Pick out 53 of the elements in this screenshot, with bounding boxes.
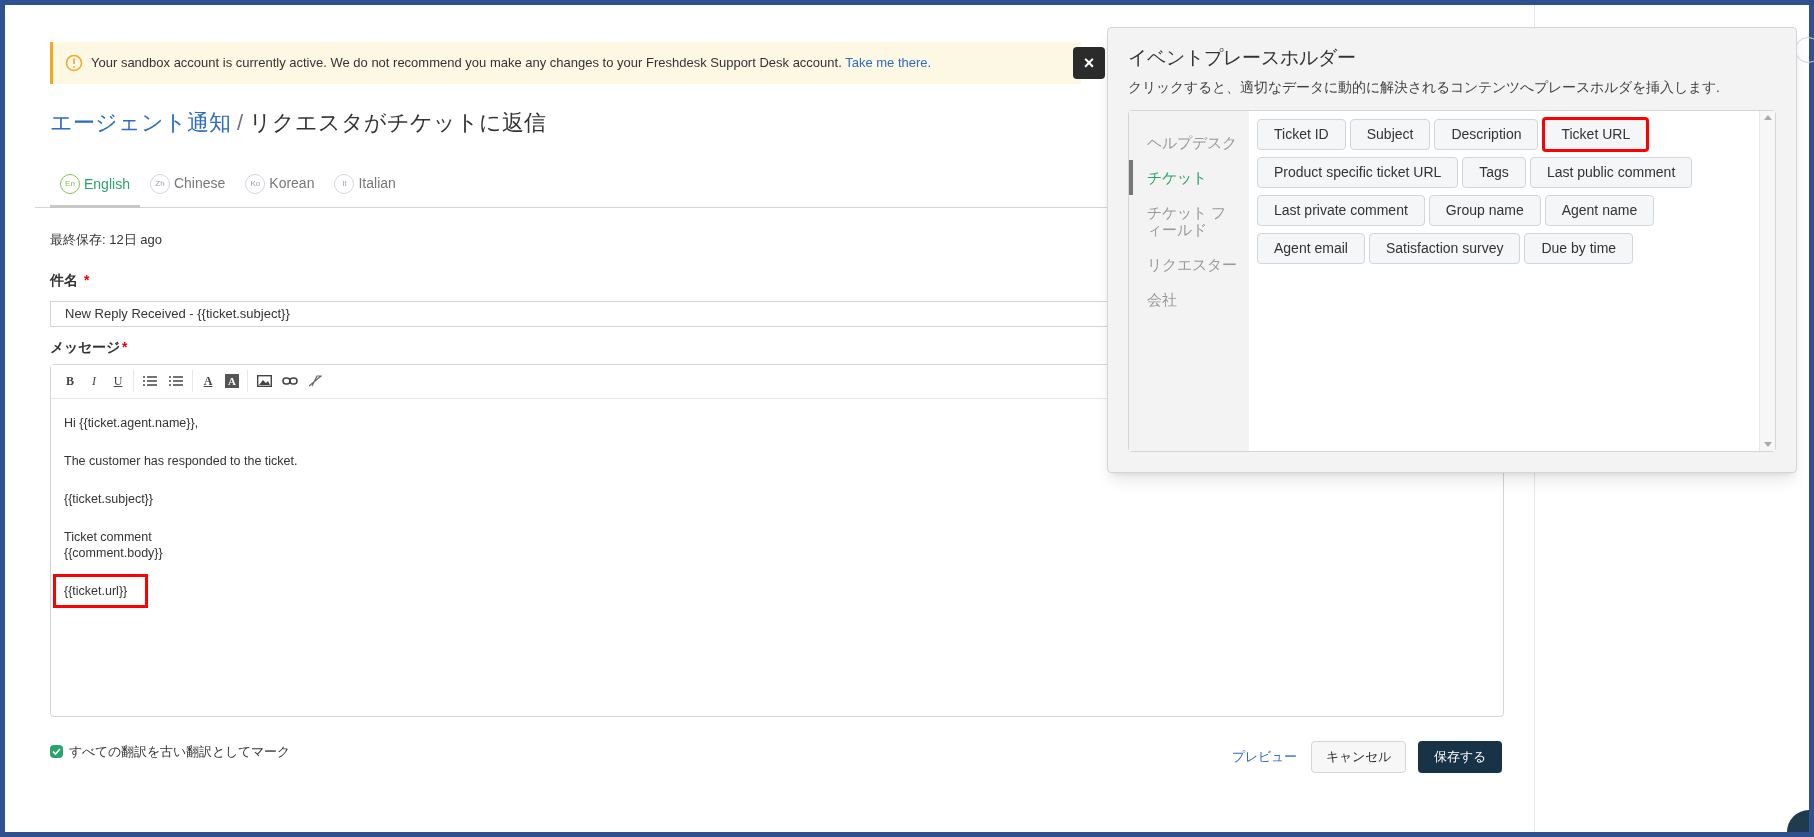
cancel-button[interactable]: キャンセル	[1311, 740, 1406, 773]
editor-text-line: Hi {{ticket.agent.name}},	[64, 414, 199, 431]
close-button[interactable]: ×	[1073, 47, 1105, 79]
subject-label: 件名	[50, 270, 78, 290]
editor-text-line: Ticket comment	[64, 528, 153, 545]
required-mark: *	[84, 270, 90, 290]
placeholder-button[interactable]: Ticket URL	[1542, 116, 1650, 152]
language-tab[interactable]: Zh Chinese	[139, 171, 236, 207]
editor-text-line: {{comment.body}}	[64, 544, 163, 561]
required-mark: *	[122, 337, 128, 357]
placeholder-button[interactable]: Subject	[1349, 118, 1431, 150]
checkbox[interactable]	[50, 745, 63, 758]
placeholder-button[interactable]: Satisfaction survey	[1368, 232, 1521, 264]
bulleted-list-icon	[143, 375, 157, 387]
banner-message: Your sandbox account is currently active. We do not recommend you make any changes to your Freshdesk Support Desk account. Take me there.	[91, 54, 932, 73]
help-widget-icon	[1787, 810, 1809, 832]
placeholder-button[interactable]: Product specific ticket URL	[1257, 156, 1459, 188]
placeholder-button[interactable]: Last public comment	[1529, 156, 1693, 188]
preview-link[interactable]: プレビュー	[1232, 746, 1297, 767]
placeholder-button[interactable]: Description	[1434, 118, 1539, 150]
banner-link[interactable]: Take me there.	[845, 55, 932, 71]
bold-button[interactable]: B	[59, 372, 81, 390]
link-icon	[282, 376, 298, 386]
text-color-button[interactable]: A	[197, 372, 219, 390]
numbered-list-icon	[169, 375, 183, 387]
placeholder-button[interactable]: Last private comment	[1257, 194, 1425, 226]
last-saved-text: 最終保存: 12日 ago	[50, 231, 162, 249]
placeholder-button[interactable]: Group name	[1428, 194, 1541, 226]
placeholder-button[interactable]: Tags	[1462, 156, 1526, 188]
popup-title: イベントプレースホルダー	[1128, 46, 1357, 70]
check-icon	[52, 748, 61, 755]
background-color-button[interactable]: A	[225, 374, 239, 388]
italic-button[interactable]: I	[83, 372, 105, 390]
breadcrumb-link[interactable]: エージェント通知	[50, 106, 231, 139]
editor-text-line: {{ticket.url}}	[64, 582, 128, 599]
popup-description: クリックすると、適切なデータに動的に解決されるコンテンツへプレースホルダを挿入します.	[1128, 78, 1721, 97]
message-label: メッセージ	[50, 337, 120, 357]
checkbox-label: すべての翻訳を古い翻訳としてマーク	[69, 742, 290, 761]
save-button[interactable]: 保存する	[1418, 740, 1502, 773]
language-tab[interactable]: It Italian	[324, 171, 406, 207]
placeholder-button[interactable]: Agent name	[1544, 194, 1655, 226]
placeholder-button[interactable]: Agent email	[1257, 232, 1365, 264]
underline-button[interactable]: U	[107, 372, 129, 390]
editor-text-line: The customer has responded to the ticket.	[64, 452, 298, 469]
image-icon	[256, 375, 272, 387]
warning-icon	[65, 54, 83, 72]
placeholder-button[interactable]: Ticket ID	[1257, 118, 1346, 150]
editor-text-line: {{ticket.subject}}	[64, 490, 153, 507]
language-tab[interactable]: Ko Korean	[235, 171, 325, 207]
page-title: リクエスタがチケットに返信	[249, 109, 547, 137]
placeholder-button[interactable]: Due by time	[1524, 232, 1634, 264]
breadcrumb-separator: /	[237, 109, 244, 137]
clear-format-icon	[309, 375, 323, 387]
